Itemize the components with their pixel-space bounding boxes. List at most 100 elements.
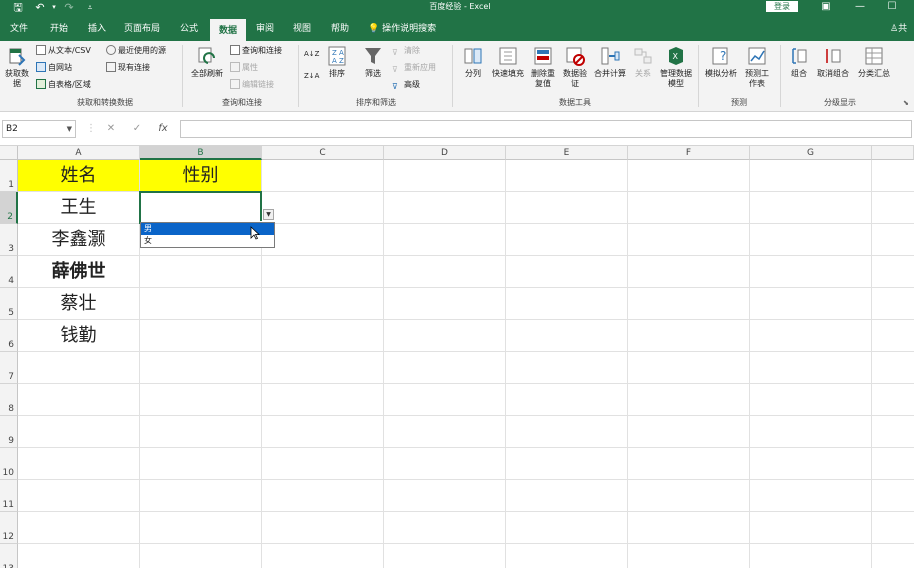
cell-a2[interactable]: 王生 (18, 192, 139, 223)
ribbon-display-icon[interactable]: ▣ (816, 0, 836, 15)
sort-button[interactable]: Z AA Z 排序 (324, 45, 350, 79)
from-table-button[interactable]: 自表格/区域 (36, 78, 91, 92)
properties-button[interactable]: 属性 (230, 61, 258, 75)
column-header-b[interactable]: B (140, 146, 262, 160)
row-header-12[interactable]: 12 (0, 512, 18, 544)
flash-fill-button[interactable]: 快速填充 (488, 45, 528, 79)
row-header-3[interactable]: 3 (0, 224, 18, 256)
column-header-overflow[interactable] (872, 146, 914, 160)
recent-sources-button[interactable]: 最近使用的源 (106, 44, 166, 58)
from-web-button[interactable]: 自网站 (36, 61, 72, 75)
tab-formulas[interactable]: 公式 (174, 19, 204, 41)
queries-conn-button[interactable]: 查询和连接 (230, 44, 282, 58)
forecast-sheet-label: 预测工作表 (745, 69, 769, 88)
row-header-4[interactable]: 4 (0, 256, 18, 288)
clear-label: 清除 (404, 46, 420, 55)
worksheet-grid[interactable]: ABCDEFG12345678910111213姓名性别王生李鑫灏薛佛世蔡壮钱勤… (0, 146, 914, 568)
data-validation-button[interactable]: 数据验证 (560, 45, 590, 89)
column-header-f[interactable]: F (628, 146, 750, 160)
row-header-11[interactable]: 11 (0, 480, 18, 512)
filter-button[interactable]: 筛选 (360, 45, 386, 79)
tab-file[interactable]: 文件 (4, 19, 34, 41)
formula-input[interactable] (180, 120, 912, 138)
tab-home[interactable]: 开始 (44, 19, 74, 41)
queries-icon (230, 45, 240, 55)
forecast-sheet-button[interactable]: 预测工作表 (742, 45, 772, 89)
remove-duplicates-button[interactable]: 删除重复值 (528, 45, 558, 89)
tab-help[interactable]: 帮助 (325, 19, 355, 41)
cell-a4[interactable]: 薛佛世 (18, 256, 139, 287)
share-button[interactable]: ♙共 (890, 19, 907, 39)
tab-review[interactable]: 审阅 (250, 19, 280, 41)
save-icon[interactable]: 🖫 (10, 0, 26, 15)
insert-function-icon[interactable]: fx (154, 120, 172, 138)
row-header-10[interactable]: 10 (0, 448, 18, 480)
selected-cell-b2[interactable] (139, 191, 262, 224)
select-all-corner[interactable] (0, 146, 18, 160)
customize-icon[interactable]: ⩡ (84, 0, 96, 15)
tab-data[interactable]: 数据 (210, 19, 246, 41)
tell-me-search[interactable]: 💡 操作说明搜索 (368, 19, 436, 41)
column-header-a[interactable]: A (18, 146, 140, 160)
enter-icon[interactable]: ✓ (128, 120, 146, 138)
consolidate-button[interactable]: 合并计算 (592, 45, 628, 79)
tab-page-layout[interactable]: 页面布局 (120, 19, 164, 41)
person-icon: ♙ (890, 24, 899, 34)
funnel-icon (365, 48, 381, 64)
tab-view[interactable]: 视图 (287, 19, 317, 41)
relationships-button[interactable]: 关系 (630, 45, 656, 79)
row-header-6[interactable]: 6 (0, 320, 18, 352)
manage-data-model-button[interactable]: X 管理数据模型 (658, 45, 694, 89)
row-header-8[interactable]: 8 (0, 384, 18, 416)
column-header-d[interactable]: D (384, 146, 506, 160)
row-header-9[interactable]: 9 (0, 416, 18, 448)
row-header-2[interactable]: 2 (0, 192, 18, 224)
cell-a6[interactable]: 钱勤 (18, 320, 139, 351)
row-header-13[interactable]: 13 (0, 544, 18, 568)
data-validation-icon (566, 47, 585, 66)
column-gridline (505, 160, 506, 568)
chevron-down-icon[interactable]: ▼ (67, 121, 72, 137)
text-to-columns-icon (464, 48, 482, 64)
existing-conn-button[interactable]: 现有连接 (106, 61, 150, 75)
column-header-e[interactable]: E (506, 146, 628, 160)
cancel-icon[interactable]: ✕ (102, 120, 120, 138)
clear-filter-button[interactable]: ⊽ 清除 (392, 44, 420, 58)
advanced-filter-button[interactable]: ⊽ 高级 (392, 78, 420, 92)
edit-links-button[interactable]: 编辑链接 (230, 78, 274, 92)
remove-dup-label: 删除重复值 (531, 69, 555, 88)
reapply-button[interactable]: ⊽ 重新应用 (392, 61, 436, 75)
row-header-5[interactable]: 5 (0, 288, 18, 320)
redo-icon[interactable]: ↷ (62, 0, 76, 15)
what-if-analysis-button[interactable]: ? 模拟分析 (702, 45, 740, 79)
validation-dropdown-button[interactable]: ▼ (263, 209, 274, 220)
from-text-button[interactable]: 从文本/CSV (36, 44, 91, 58)
column-header-c[interactable]: C (262, 146, 384, 160)
undo-dropdown-icon[interactable]: ▾ (50, 0, 58, 15)
maximize-icon[interactable]: ☐ (882, 0, 902, 15)
name-box[interactable]: B2 ▼ (2, 120, 76, 138)
tab-insert[interactable]: 插入 (82, 19, 112, 41)
refresh-all-button[interactable]: 全部刷新 (188, 45, 226, 79)
undo-icon[interactable]: ↶ (32, 0, 48, 15)
column-header-g[interactable]: G (750, 146, 872, 160)
dialog-launcher-icon[interactable]: ⬊ (903, 99, 909, 107)
sort-desc-button[interactable]: Z↓A (304, 69, 319, 83)
refresh-icon (198, 47, 215, 64)
get-data-button[interactable]: 获取数据 (2, 45, 32, 89)
cell-b1[interactable]: 性别 (140, 160, 261, 191)
sort-asc-button[interactable]: A↓Z (304, 47, 319, 61)
group-button[interactable]: 组合 (786, 45, 812, 79)
login-button[interactable]: 登录 (766, 1, 798, 12)
group-label: 组合 (791, 69, 807, 78)
svg-text:?: ? (720, 49, 726, 63)
ungroup-button[interactable]: 取消组合 (814, 45, 852, 79)
row-header-7[interactable]: 7 (0, 352, 18, 384)
subtotal-button[interactable]: 分类汇总 (854, 45, 894, 79)
row-header-1[interactable]: 1 (0, 160, 18, 192)
minimize-icon[interactable]: — (850, 0, 870, 15)
text-to-columns-button[interactable]: 分列 (460, 45, 486, 79)
cell-a1[interactable]: 姓名 (18, 160, 139, 191)
cell-a3[interactable]: 李鑫灏 (18, 224, 139, 255)
cell-a5[interactable]: 蔡壮 (18, 288, 139, 319)
